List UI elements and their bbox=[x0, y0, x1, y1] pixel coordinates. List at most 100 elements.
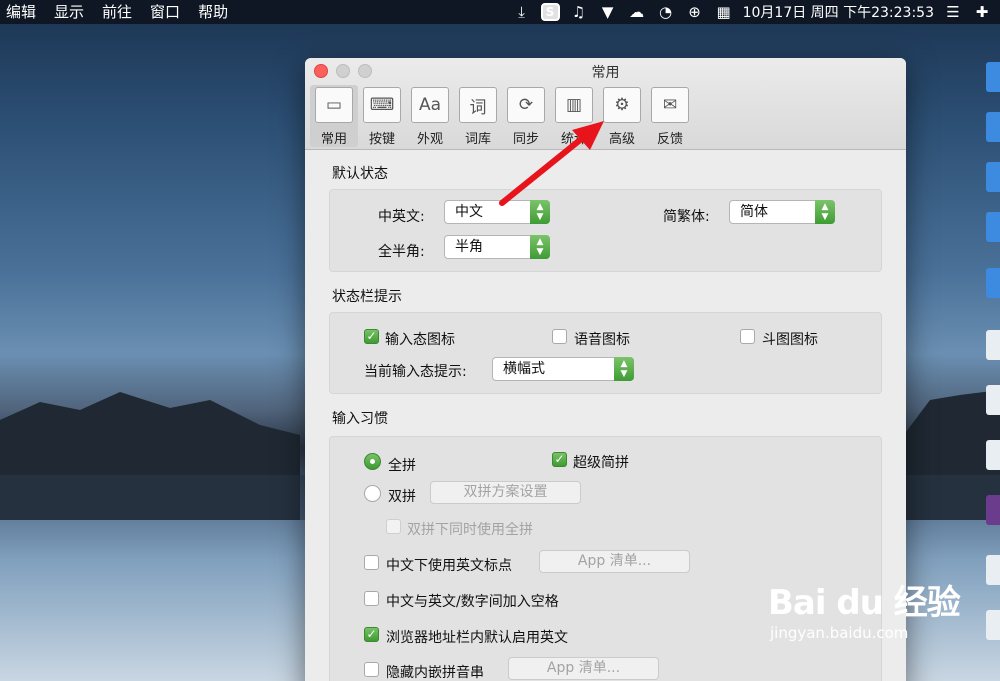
desktop-file-icon[interactable] bbox=[986, 555, 1000, 585]
status-bar-box: ✓ 输入态图标 语音图标 斗图图标 当前输入态提示: 横幅式 ▲ ▼ bbox=[329, 312, 882, 394]
globe-icon[interactable]: ⊕ bbox=[685, 3, 705, 21]
app-list-button[interactable]: App 清单... bbox=[508, 657, 659, 680]
menu-items: 编辑 显示 前往 窗口 帮助 bbox=[0, 0, 240, 24]
habits-box: 全拼 ✓ 超级简拼 双拼 双拼方案设置 双拼下同时使用全拼 中文下使用英文标点 … bbox=[329, 436, 882, 681]
general-icon: ▭ bbox=[315, 87, 353, 123]
download-icon[interactable]: ⤓ bbox=[512, 3, 532, 21]
input-icon-checkbox[interactable]: ✓ bbox=[364, 329, 379, 344]
keys-icon: ⌨ bbox=[363, 87, 401, 123]
tab-advanced[interactable]: ⚙ 高级 bbox=[598, 85, 646, 147]
tab-label: 常用 bbox=[320, 132, 347, 147]
hint-value: 横幅式 bbox=[503, 361, 545, 377]
en-punct-checkbox[interactable] bbox=[364, 555, 379, 570]
cast-icon[interactable]: ▼ bbox=[598, 3, 618, 21]
shuangpin-setup-button[interactable]: 双拼方案设置 bbox=[430, 481, 581, 504]
en-punct-label: 中文下使用英文标点 bbox=[386, 558, 512, 574]
desktop-file-icon[interactable] bbox=[986, 610, 1000, 640]
hide-pinyin-checkbox[interactable] bbox=[364, 662, 379, 677]
desktop-file-icon[interactable] bbox=[986, 162, 1000, 192]
ghost-icon[interactable]: ☁ bbox=[627, 3, 647, 21]
chevron-updown-icon: ▲ ▼ bbox=[614, 357, 634, 381]
super-jianpin-checkbox[interactable]: ✓ bbox=[552, 452, 567, 467]
bookmark-icon[interactable]: ✚ bbox=[972, 3, 992, 21]
calendar-icon[interactable]: ▦ bbox=[714, 3, 734, 21]
meme-icon-label: 斗图图标 bbox=[762, 332, 818, 348]
hide-pinyin-label: 隐藏内嵌拼音串 bbox=[386, 665, 484, 681]
stats-icon: ▥ bbox=[555, 87, 593, 123]
voice-icon-checkbox[interactable] bbox=[552, 329, 567, 344]
desktop-file-icon[interactable] bbox=[986, 212, 1000, 242]
gauge-icon[interactable]: ◔ bbox=[656, 3, 676, 21]
tab-label: 统计 bbox=[560, 132, 587, 147]
space-between-checkbox[interactable] bbox=[364, 591, 379, 606]
section-title-default: 默认状态 bbox=[332, 166, 388, 182]
menu-window[interactable]: 窗口 bbox=[144, 0, 192, 24]
meme-icon-checkbox[interactable] bbox=[740, 329, 755, 344]
browser-en-label: 浏览器地址栏内默认启用英文 bbox=[386, 630, 568, 646]
desktop-file-icon[interactable] bbox=[986, 440, 1000, 470]
appearance-icon: Aa bbox=[411, 87, 449, 123]
hint-select[interactable]: 横幅式 ▲ ▼ bbox=[492, 357, 634, 381]
desktop-file-icon[interactable] bbox=[986, 385, 1000, 415]
watermark-logo: Bai du 经验 bbox=[768, 583, 961, 623]
section-title-status-bar: 状态栏提示 bbox=[332, 289, 402, 305]
tab-label: 按键 bbox=[368, 132, 395, 147]
default-state-box: 中英文: 中文 ▲ ▼ 简繁体: 简体 ▲ ▼ 全半角: 半角 ▲ ▼ bbox=[329, 189, 882, 272]
sogou-input-icon[interactable]: S bbox=[540, 3, 560, 21]
trad-simp-select[interactable]: 简体 ▲ ▼ bbox=[729, 200, 835, 224]
tab-label: 词库 bbox=[464, 132, 491, 147]
music-icon[interactable]: ♫ bbox=[569, 3, 589, 21]
trad-simp-value: 简体 bbox=[740, 204, 768, 220]
chevron-updown-icon: ▲ ▼ bbox=[530, 200, 550, 224]
clock[interactable]: 10月17日 周四 下午23:23:53 bbox=[743, 2, 934, 22]
desktop-file-icon[interactable] bbox=[986, 112, 1000, 142]
cn-en-select[interactable]: 中文 ▲ ▼ bbox=[444, 200, 550, 224]
input-icon-label: 输入态图标 bbox=[385, 332, 455, 348]
shuangpin-quanpin-checkbox[interactable] bbox=[386, 519, 401, 534]
hint-label: 当前输入态提示: bbox=[364, 364, 467, 380]
section-title-habits: 输入习惯 bbox=[332, 411, 388, 427]
sync-icon: ⟳ bbox=[507, 87, 545, 123]
dictionary-icon: 词 bbox=[459, 87, 497, 123]
desktop-file-icon[interactable] bbox=[986, 62, 1000, 92]
quanpin-label: 全拼 bbox=[388, 458, 416, 474]
tab-appearance[interactable]: Aa 外观 bbox=[406, 85, 454, 147]
shuangpin-quanpin-label: 双拼下同时使用全拼 bbox=[407, 522, 533, 538]
menu-help[interactable]: 帮助 bbox=[192, 0, 240, 24]
tab-sync[interactable]: ⟳ 同步 bbox=[502, 85, 550, 147]
tab-label: 外观 bbox=[416, 132, 443, 147]
menu-go[interactable]: 前往 bbox=[96, 0, 144, 24]
tab-keys[interactable]: ⌨ 按键 bbox=[358, 85, 406, 147]
baidu-watermark: Bai du 经验 jingyan.baidu.com bbox=[768, 575, 961, 642]
status-area: ⤓ S ♫ ▼ ☁ ◔ ⊕ ▦ 10月17日 周四 下午23:23:53 ☰ ✚ bbox=[512, 0, 1000, 24]
watermark-url: jingyan.baidu.com bbox=[770, 624, 909, 642]
tab-general[interactable]: ▭ 常用 bbox=[310, 85, 358, 147]
voice-icon-label: 语音图标 bbox=[574, 332, 630, 348]
menu-edit[interactable]: 编辑 bbox=[0, 0, 48, 24]
shuangpin-label: 双拼 bbox=[388, 489, 416, 505]
tab-label: 反馈 bbox=[656, 132, 683, 147]
width-value: 半角 bbox=[455, 239, 483, 255]
width-select[interactable]: 半角 ▲ ▼ bbox=[444, 235, 550, 259]
width-label: 全半角: bbox=[378, 244, 425, 260]
cn-en-value: 中文 bbox=[455, 204, 483, 220]
chevron-updown-icon: ▲ ▼ bbox=[815, 200, 835, 224]
tab-label: 高级 bbox=[608, 132, 635, 147]
window-title: 常用 bbox=[591, 65, 620, 81]
quanpin-radio[interactable] bbox=[364, 453, 381, 470]
desktop-file-icon[interactable] bbox=[986, 330, 1000, 360]
desktop-file-icon[interactable] bbox=[986, 495, 1000, 525]
menu-extra-icon[interactable]: ☰ bbox=[943, 3, 963, 21]
tab-dictionary[interactable]: 词 词库 bbox=[454, 85, 502, 147]
super-jianpin-label: 超级简拼 bbox=[573, 455, 629, 471]
menu-bar: 编辑 显示 前往 窗口 帮助 ⤓ S ♫ ▼ ☁ ◔ ⊕ ▦ 10月17日 周四… bbox=[0, 0, 1000, 24]
desktop-file-icon[interactable] bbox=[986, 268, 1000, 298]
shuangpin-radio[interactable] bbox=[364, 485, 381, 502]
tab-label: 同步 bbox=[512, 132, 539, 147]
tab-feedback[interactable]: ✉ 反馈 bbox=[646, 85, 694, 147]
trad-simp-label: 简繁体: bbox=[663, 209, 710, 225]
browser-en-checkbox[interactable]: ✓ bbox=[364, 627, 379, 642]
tab-stats[interactable]: ▥ 统计 bbox=[550, 85, 598, 147]
menu-view[interactable]: 显示 bbox=[48, 0, 96, 24]
app-list-button[interactable]: App 清单... bbox=[539, 550, 690, 573]
